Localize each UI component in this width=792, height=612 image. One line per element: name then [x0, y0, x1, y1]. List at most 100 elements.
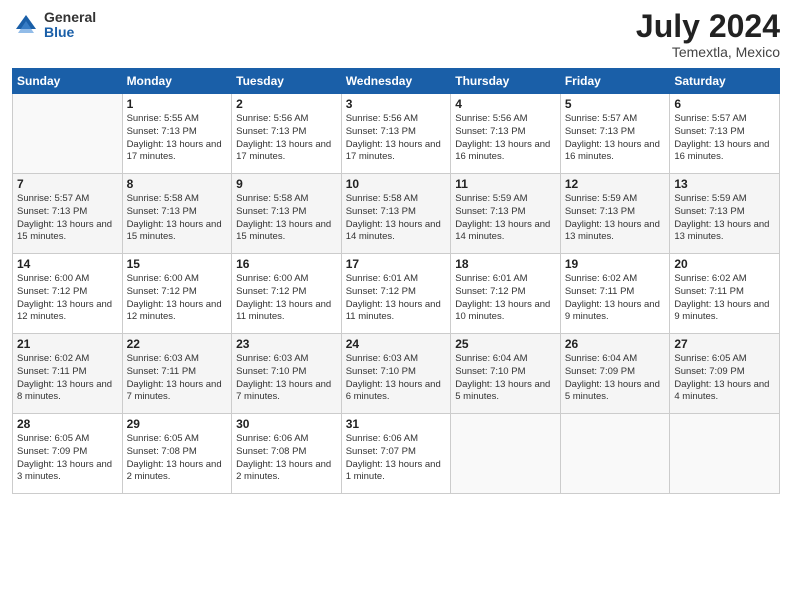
- logo-blue-text: Blue: [44, 25, 96, 40]
- table-row: 8Sunrise: 5:58 AMSunset: 7:13 PMDaylight…: [122, 174, 232, 254]
- day-number: 19: [565, 257, 666, 271]
- table-row: 2 Sunrise: 5:56 AMSunset: 7:13 PMDaylight…: [232, 94, 342, 174]
- day-info: Sunrise: 6:00 AMSunset: 7:12 PMDaylight:…: [17, 273, 118, 324]
- day-number: 15: [127, 257, 228, 271]
- day-info: Sunrise: 5:57 AMSunset: 7:13 PMDaylight:…: [565, 113, 666, 164]
- col-monday: Monday: [122, 69, 232, 94]
- table-row: 26 Sunrise: 6:04 AMSunset: 7:09 PMDayligh…: [560, 334, 670, 414]
- day-info: Sunrise: 6:05 AMSunset: 7:09 PMDaylight:…: [17, 433, 118, 484]
- table-row: [13, 94, 123, 174]
- day-number: 30: [236, 417, 337, 431]
- day-info: Sunrise: 6:01 AMSunset: 7:12 PMDaylight:…: [346, 273, 447, 324]
- table-row: 11 Sunrise: 5:59 AMSunset: 7:13 PMDayligh…: [451, 174, 561, 254]
- day-info: Sunrise: 6:02 AMSunset: 7:11 PMDaylight:…: [674, 273, 775, 324]
- col-wednesday: Wednesday: [341, 69, 451, 94]
- table-row: 18Sunrise: 6:01 AMSunset: 7:12 PMDayligh…: [451, 254, 561, 334]
- day-info: Sunrise: 5:58 AMSunset: 7:13 PMDaylight:…: [236, 193, 337, 244]
- day-number: 9: [236, 177, 337, 191]
- day-number: 21: [17, 337, 118, 351]
- day-info: Sunrise: 6:03 AMSunset: 7:10 PMDaylight:…: [346, 353, 447, 404]
- location: Temextla, Mexico: [636, 44, 780, 60]
- logo-text: General Blue: [44, 10, 96, 41]
- day-number: 24: [346, 337, 447, 351]
- col-saturday: Saturday: [670, 69, 780, 94]
- day-number: 14: [17, 257, 118, 271]
- table-row: 23 Sunrise: 6:03 AMSunset: 7:10 PMDayligh…: [232, 334, 342, 414]
- calendar-table: Sunday Monday Tuesday Wednesday Thursday…: [12, 68, 780, 494]
- day-number: 27: [674, 337, 775, 351]
- day-number: 5: [565, 97, 666, 111]
- col-tuesday: Tuesday: [232, 69, 342, 94]
- logo-general-text: General: [44, 10, 96, 25]
- table-row: 31Sunrise: 6:06 AMSunset: 7:07 PMDayligh…: [341, 414, 451, 494]
- table-row: 16 Sunrise: 6:00 AMSunset: 7:12 PMDayligh…: [232, 254, 342, 334]
- table-row: 30 Sunrise: 6:06 AMSunset: 7:08 PMDayligh…: [232, 414, 342, 494]
- day-info: Sunrise: 5:55 AMSunset: 7:13 PMDaylight:…: [127, 113, 228, 164]
- table-row: 29Sunrise: 6:05 AMSunset: 7:08 PMDayligh…: [122, 414, 232, 494]
- day-info: Sunrise: 5:58 AMSunset: 7:13 PMDaylight:…: [346, 193, 447, 244]
- calendar-week-row: 14 Sunrise: 6:00 AMSunset: 7:12 PMDayligh…: [13, 254, 780, 334]
- day-info: Sunrise: 5:59 AMSunset: 7:13 PMDaylight:…: [455, 193, 556, 244]
- day-info: Sunrise: 6:02 AMSunset: 7:11 PMDaylight:…: [17, 353, 118, 404]
- table-row: 9 Sunrise: 5:58 AMSunset: 7:13 PMDaylight…: [232, 174, 342, 254]
- calendar-week-row: 7 Sunrise: 5:57 AMSunset: 7:13 PMDaylight…: [13, 174, 780, 254]
- table-row: 3Sunrise: 5:56 AMSunset: 7:13 PMDaylight…: [341, 94, 451, 174]
- table-row: 5 Sunrise: 5:57 AMSunset: 7:13 PMDaylight…: [560, 94, 670, 174]
- day-number: 23: [236, 337, 337, 351]
- table-row: 19Sunrise: 6:02 AMSunset: 7:11 PMDayligh…: [560, 254, 670, 334]
- table-row: 17 Sunrise: 6:01 AMSunset: 7:12 PMDayligh…: [341, 254, 451, 334]
- day-number: 1: [127, 97, 228, 111]
- day-number: 16: [236, 257, 337, 271]
- title-block: July 2024 Temextla, Mexico: [636, 10, 780, 60]
- day-info: Sunrise: 6:06 AMSunset: 7:07 PMDaylight:…: [346, 433, 447, 484]
- day-info: Sunrise: 6:04 AMSunset: 7:09 PMDaylight:…: [565, 353, 666, 404]
- day-info: Sunrise: 6:00 AMSunset: 7:12 PMDaylight:…: [236, 273, 337, 324]
- col-friday: Friday: [560, 69, 670, 94]
- day-number: 8: [127, 177, 228, 191]
- day-info: Sunrise: 6:06 AMSunset: 7:08 PMDaylight:…: [236, 433, 337, 484]
- month-year: July 2024: [636, 10, 780, 42]
- day-info: Sunrise: 5:59 AMSunset: 7:13 PMDaylight:…: [565, 193, 666, 244]
- table-row: 14 Sunrise: 6:00 AMSunset: 7:12 PMDayligh…: [13, 254, 123, 334]
- calendar-week-row: 28Sunrise: 6:05 AMSunset: 7:09 PMDayligh…: [13, 414, 780, 494]
- table-row: 4 Sunrise: 5:56 AMSunset: 7:13 PMDaylight…: [451, 94, 561, 174]
- day-number: 11: [455, 177, 556, 191]
- table-row: 10 Sunrise: 5:58 AMSunset: 7:13 PMDayligh…: [341, 174, 451, 254]
- col-sunday: Sunday: [13, 69, 123, 94]
- table-row: 7 Sunrise: 5:57 AMSunset: 7:13 PMDaylight…: [13, 174, 123, 254]
- day-number: 13: [674, 177, 775, 191]
- day-info: Sunrise: 6:00 AMSunset: 7:12 PMDaylight:…: [127, 273, 228, 324]
- day-info: Sunrise: 5:56 AMSunset: 7:13 PMDaylight:…: [455, 113, 556, 164]
- day-info: Sunrise: 5:57 AMSunset: 7:13 PMDaylight:…: [674, 113, 775, 164]
- logo: General Blue: [12, 10, 96, 41]
- table-row: 20 Sunrise: 6:02 AMSunset: 7:11 PMDayligh…: [670, 254, 780, 334]
- day-info: Sunrise: 5:57 AMSunset: 7:13 PMDaylight:…: [17, 193, 118, 244]
- day-info: Sunrise: 6:03 AMSunset: 7:10 PMDaylight:…: [236, 353, 337, 404]
- logo-icon: [12, 11, 40, 39]
- table-row: 13 Sunrise: 5:59 AMSunset: 7:13 PMDayligh…: [670, 174, 780, 254]
- day-info: Sunrise: 6:04 AMSunset: 7:10 PMDaylight:…: [455, 353, 556, 404]
- day-number: 12: [565, 177, 666, 191]
- day-number: 17: [346, 257, 447, 271]
- header: General Blue July 2024 Temextla, Mexico: [12, 10, 780, 60]
- day-number: 3: [346, 97, 447, 111]
- day-number: 22: [127, 337, 228, 351]
- calendar-container: General Blue July 2024 Temextla, Mexico …: [0, 0, 792, 612]
- day-number: 7: [17, 177, 118, 191]
- day-number: 26: [565, 337, 666, 351]
- table-row: 25Sunrise: 6:04 AMSunset: 7:10 PMDayligh…: [451, 334, 561, 414]
- calendar-header-row: Sunday Monday Tuesday Wednesday Thursday…: [13, 69, 780, 94]
- calendar-week-row: 1 Sunrise: 5:55 AMSunset: 7:13 PMDaylight…: [13, 94, 780, 174]
- table-row: 6Sunrise: 5:57 AMSunset: 7:13 PMDaylight…: [670, 94, 780, 174]
- table-row: 27Sunrise: 6:05 AMSunset: 7:09 PMDayligh…: [670, 334, 780, 414]
- table-row: 21 Sunrise: 6:02 AMSunset: 7:11 PMDayligh…: [13, 334, 123, 414]
- day-number: 2: [236, 97, 337, 111]
- day-number: 4: [455, 97, 556, 111]
- table-row: [560, 414, 670, 494]
- day-number: 20: [674, 257, 775, 271]
- day-info: Sunrise: 5:56 AMSunset: 7:13 PMDaylight:…: [236, 113, 337, 164]
- day-info: Sunrise: 6:03 AMSunset: 7:11 PMDaylight:…: [127, 353, 228, 404]
- col-thursday: Thursday: [451, 69, 561, 94]
- day-number: 10: [346, 177, 447, 191]
- day-info: Sunrise: 5:59 AMSunset: 7:13 PMDaylight:…: [674, 193, 775, 244]
